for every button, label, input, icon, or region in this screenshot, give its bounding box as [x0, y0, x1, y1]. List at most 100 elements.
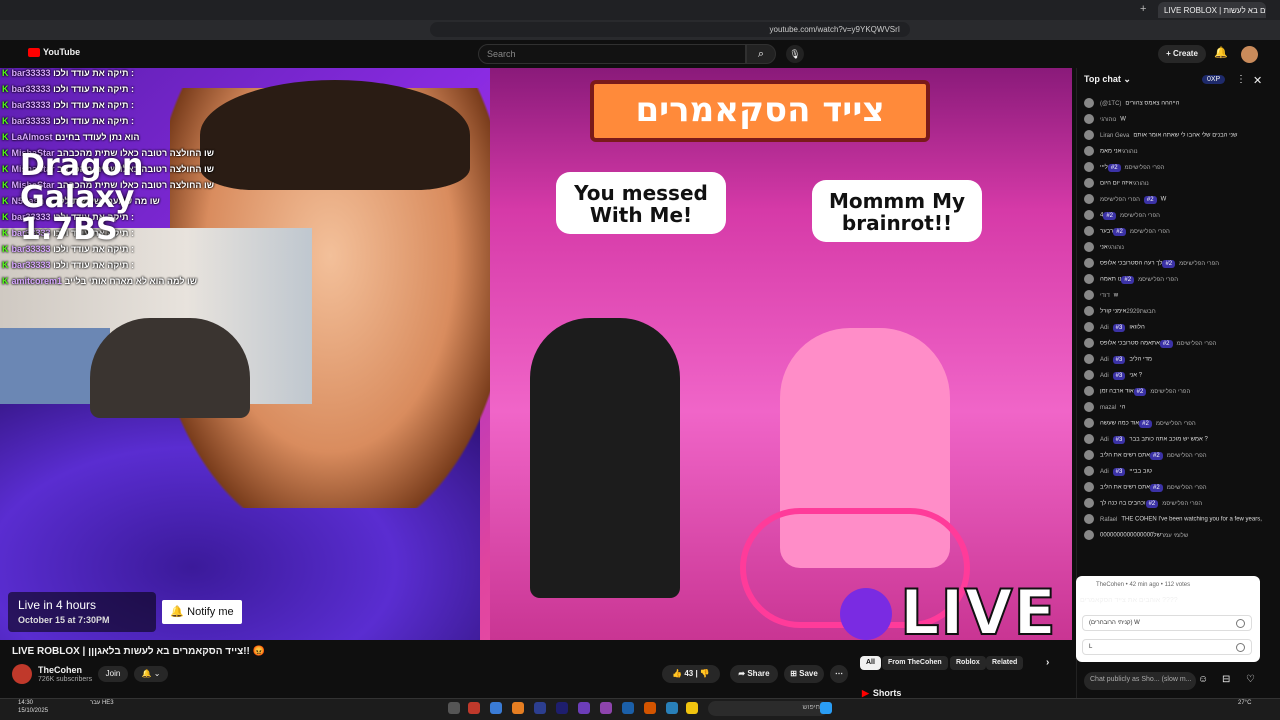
chat-message[interactable]: חבשת2929אימני קורל [1084, 306, 1264, 316]
notifications-bell-icon[interactable]: 🔔 [1214, 46, 1228, 59]
join-button[interactable]: Join [98, 666, 128, 682]
more-actions-button[interactable]: ⋯ [830, 665, 848, 683]
chat-author[interactable]: הפרי הפלישיסמ [1179, 261, 1219, 267]
address-bar[interactable]: youtube.com/watch?v=y9YKQWVSrI [430, 22, 910, 37]
chat-avatar[interactable] [1084, 322, 1094, 332]
chat-author[interactable]: הפרי הפלישיסמ [1156, 421, 1196, 427]
taskbar-app-icon[interactable] [534, 702, 546, 714]
chat-message[interactable]: Liran Geva שני הבנים שלי אהבו לי שאתה אומ… [1084, 130, 1264, 140]
chat-author[interactable]: Rafael [1100, 517, 1117, 523]
chat-message[interactable]: הפרי הפלישיסמ #2אוד כמה שעשה [1084, 418, 1264, 428]
search-input[interactable]: Search [478, 44, 746, 64]
chat-avatar[interactable] [1084, 450, 1094, 460]
chat-message[interactable]: הפרי הפלישיסמ #2 W [1084, 194, 1264, 204]
chat-avatar[interactable] [1084, 434, 1094, 444]
chat-message[interactable]: Adi #3 אני ? [1084, 370, 1264, 380]
chat-message[interactable]: Adi #3 הלוואו [1084, 322, 1264, 332]
weather-widget[interactable]: 27°C [1238, 699, 1251, 707]
chat-author[interactable]: הפרי הפלישיסמ [1138, 277, 1178, 283]
chip-related[interactable]: Related [986, 656, 1024, 670]
channel-avatar[interactable] [12, 664, 32, 684]
chat-avatar[interactable] [1084, 338, 1094, 348]
chat-message[interactable]: mazal הי [1084, 402, 1264, 412]
chip-roblox[interactable]: Roblox [950, 656, 986, 670]
chat-author[interactable]: Adi [1100, 469, 1109, 475]
taskbar-app-icon[interactable] [490, 702, 502, 714]
chat-avatar[interactable] [1084, 162, 1094, 172]
chat-avatar[interactable] [1084, 146, 1094, 156]
chat-avatar[interactable] [1084, 242, 1094, 252]
chat-input[interactable]: Chat publicly as Sho... (slow m... [1084, 672, 1196, 690]
emoji-icon[interactable]: ☺ [1198, 674, 1208, 685]
taskbar-search[interactable]: חיפוש [708, 701, 828, 716]
taskbar-app-icon[interactable] [578, 702, 590, 714]
chat-author[interactable]: נוהורגי [1132, 181, 1148, 187]
taskbar-app-icon[interactable] [468, 702, 480, 714]
taskbar-app-icon[interactable] [686, 702, 698, 714]
chat-author[interactable]: הפרי הפלישיסמ [1162, 501, 1202, 507]
chat-message[interactable]: נוהורגיאיזה יום היום [1084, 178, 1264, 188]
taskbar-app-icon[interactable] [512, 702, 524, 714]
chat-avatar[interactable] [1084, 258, 1094, 268]
chat-avatar[interactable] [1084, 386, 1094, 396]
thumbs-down-icon[interactable]: | 👎 [693, 669, 709, 678]
chat-author[interactable]: Adi [1100, 325, 1109, 331]
chat-avatar[interactable] [1084, 370, 1094, 380]
chat-message[interactable]: הפרי הפלישיסמ#24 [1084, 210, 1264, 220]
chat-avatar[interactable] [1084, 466, 1094, 476]
chat-author[interactable]: mazal [1100, 405, 1116, 411]
taskbar-app-icon[interactable] [644, 702, 656, 714]
chat-message[interactable]: נוהורגיאני מאמ [1084, 146, 1264, 156]
microphone-icon[interactable]: 🎙 [786, 45, 804, 63]
chat-message[interactable]: הפרי הפלישיסמ#2אוד ארבה זמן [1084, 386, 1264, 396]
chat-author[interactable]: הפרי הפלישיסמ [1100, 197, 1140, 203]
chip-from-channel[interactable]: From TheCohen [882, 656, 948, 670]
chat-message[interactable]: הפרי הפלישיסמ #2אתם רשים את הליב [1084, 450, 1264, 460]
heart-icon[interactable]: ♡ [1246, 674, 1255, 685]
new-tab-icon[interactable]: + [1140, 3, 1146, 15]
chat-author[interactable]: Adi [1100, 357, 1109, 363]
chat-message[interactable]: הפרי הפלישיסמ#2לך רעה הסטרובכי אלופס [1084, 258, 1264, 268]
chat-avatar[interactable] [1084, 482, 1094, 492]
subscription-bell-button[interactable]: 🔔 ⌄ [134, 666, 168, 682]
super-chat-icon[interactable]: ⊟ [1222, 674, 1230, 685]
chat-author[interactable]: הפרי הפלישיסמ [1177, 341, 1217, 347]
account-avatar[interactable] [1241, 46, 1258, 63]
chat-message[interactable]: Rafael THE COHEN I've been watching you f… [1084, 514, 1264, 524]
chat-author[interactable]: הפרי הפלישיסמ [1167, 485, 1207, 491]
chat-author[interactable]: Adi [1100, 373, 1109, 379]
chat-message[interactable]: הפרי הפלישיסמ #2אתם רשים את הליב [1084, 482, 1264, 492]
chat-avatar[interactable] [1084, 210, 1094, 220]
chat-author[interactable]: נוהורגי [1108, 245, 1124, 251]
chat-author[interactable]: הפרי הפלישיסמ [1120, 213, 1160, 219]
chat-author[interactable]: Liran Geva [1100, 133, 1129, 139]
poll-option[interactable]: L [1082, 639, 1252, 655]
windows-start-icon[interactable] [820, 702, 832, 714]
chat-author[interactable]: הפרי הפלישיסמ [1130, 229, 1170, 235]
chat-author[interactable]: (@1TC) [1100, 101, 1121, 107]
chat-message[interactable]: Adi #3 אמש יש מוכב אתה כותב בבר ? [1084, 434, 1264, 444]
chat-message[interactable]: (@1TC) הייההה צאמס צהורים [1084, 98, 1264, 108]
chat-author[interactable]: נוהורגי [1100, 117, 1116, 123]
taskbar-app-icon[interactable] [600, 702, 612, 714]
chat-message[interactable]: Adi #3 מדי הליב [1084, 354, 1264, 364]
chat-message[interactable]: שלומי עמרשל0000000000000000 [1084, 530, 1264, 540]
close-icon[interactable]: ✕ [1253, 74, 1262, 87]
chat-message[interactable]: דודי w [1084, 290, 1264, 300]
chat-author[interactable]: דודי [1100, 293, 1110, 299]
chat-avatar[interactable] [1084, 130, 1094, 140]
more-vert-icon[interactable]: ⋮ [1236, 74, 1246, 85]
like-button[interactable]: 👍 43 | 👎 [662, 665, 720, 683]
chat-avatar[interactable] [1084, 274, 1094, 284]
chat-avatar[interactable] [1084, 98, 1094, 108]
chat-avatar[interactable] [1084, 418, 1094, 428]
taskbar-clock[interactable]: 14:30 15/10/2025 [18, 699, 48, 715]
chat-avatar[interactable] [1084, 402, 1094, 412]
chat-avatar[interactable] [1084, 114, 1094, 124]
language-indicator[interactable]: עבר HE3 [90, 699, 114, 707]
chat-author[interactable]: Adi [1100, 437, 1109, 443]
chat-message[interactable]: הפרי הפלישיסמ#2נו תאמה [1084, 274, 1264, 284]
notify-me-button[interactable]: 🔔 Notify me [162, 600, 242, 624]
chat-avatar[interactable] [1084, 530, 1094, 540]
chat-message[interactable]: נוהורגיאני [1084, 242, 1264, 252]
